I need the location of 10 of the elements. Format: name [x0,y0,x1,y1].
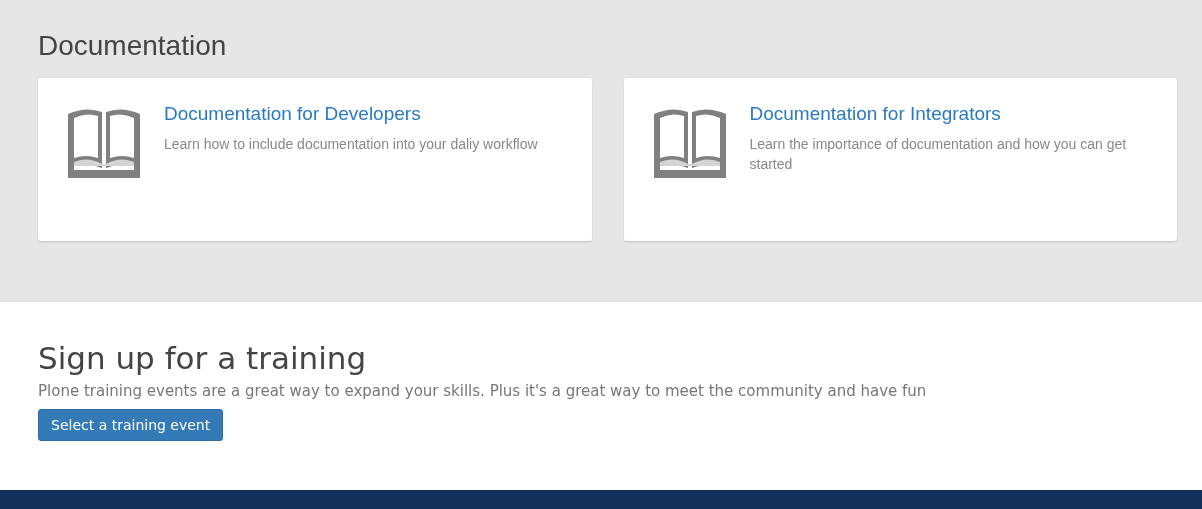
book-icon [653,108,726,178]
card-title-link[interactable]: Documentation for Developers [164,103,421,125]
section-title: Documentation [38,30,228,63]
select-training-button[interactable]: Select a training event [38,409,224,441]
book-icon [68,108,140,178]
card-description: Learn the importance of documentation and how you can get started [749,135,1128,174]
section-title: Sign up for a training [38,340,368,376]
section-description: Plone training events are a great way to expand your skills. Plus it's a great way to meet the community and have fun [38,382,928,400]
card-description: Learn how to include documentation into your daliy workflow [164,135,538,154]
card-title-link[interactable]: Documentation for Integrators [749,103,1001,125]
